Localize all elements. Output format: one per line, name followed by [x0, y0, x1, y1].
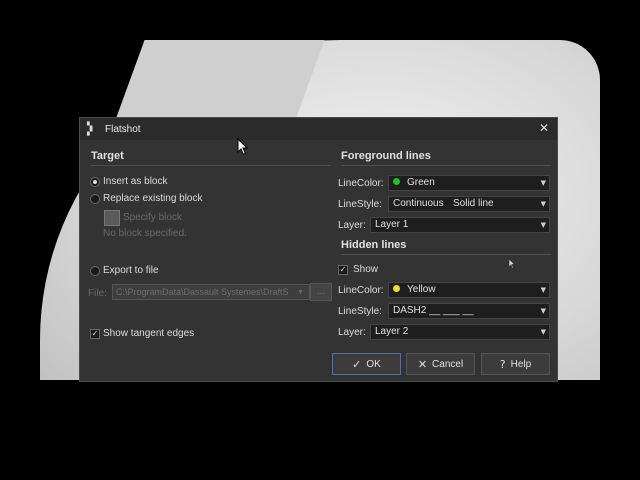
yellow-swatch-icon	[393, 285, 400, 292]
viewport-bottom	[0, 380, 640, 480]
foreground-heading: Foreground lines	[341, 150, 431, 162]
check-icon: ✓	[352, 357, 362, 371]
chevron-down-icon: ▼	[540, 307, 546, 315]
viewport: ▚ ▞ Flatshot ✕ Target Insert as block Rep…	[0, 0, 640, 480]
browse-button[interactable]: ...	[310, 283, 332, 301]
specify-block-button[interactable]: Specify block	[123, 212, 182, 223]
fg-linestyle-desc: Solid line	[453, 198, 494, 209]
ok-label: OK	[366, 358, 381, 370]
hidden-linecolor-label: LineColor:	[338, 285, 384, 296]
chevron-down-icon: ▼	[540, 286, 546, 294]
hidden-linestyle-label: LineStyle:	[338, 306, 382, 317]
target-heading: Target	[91, 150, 124, 162]
cancel-label: Cancel	[432, 358, 464, 370]
file-path-input[interactable]: C:\ProgramData\Dassault Systemes\DraftS	[112, 284, 310, 300]
fg-layer-value: Layer 1	[375, 219, 409, 230]
hidden-layer-value: Layer 2	[375, 326, 409, 337]
target-rule	[91, 165, 331, 166]
fg-linecolor-label: LineColor:	[338, 178, 384, 189]
chevron-down-icon: ▼	[540, 221, 546, 229]
help-label: Help	[510, 358, 532, 370]
hidden-layer-select[interactable]: Layer 2 ▼	[370, 324, 550, 340]
show-tangent-edges-checkbox[interactable]: ✓	[90, 329, 100, 339]
dialog-title: Flatshot	[105, 123, 141, 135]
no-block-specified-text: No block specified.	[103, 228, 187, 239]
dialog-titlebar[interactable]: ▚ ▞ Flatshot	[80, 118, 557, 140]
export-to-file-radio[interactable]	[90, 266, 100, 276]
specify-block-icon	[104, 210, 120, 226]
fg-linecolor-value: Green	[407, 177, 435, 188]
replace-existing-block-radio[interactable]	[90, 194, 100, 204]
show-hidden-label[interactable]: Show	[353, 264, 378, 275]
fg-linestyle-value: Continuous	[393, 198, 444, 209]
hidden-linestyle-select[interactable]: DASH2 __ ___ __ ▼	[388, 303, 550, 319]
green-swatch-icon	[393, 178, 400, 185]
file-label: File:	[88, 288, 107, 299]
hidden-linestyle-value: DASH2 __ ___ __	[393, 305, 474, 316]
fg-layer-select[interactable]: Layer 1 ▼	[370, 217, 550, 233]
file-dropdown-arrow-icon[interactable]: ▼	[297, 289, 304, 296]
export-to-file-label[interactable]: Export to file	[103, 265, 159, 276]
fg-linestyle-select[interactable]: Continuous Solid line ▼	[388, 196, 550, 212]
cancel-button[interactable]: ✕ Cancel	[406, 353, 475, 375]
insert-as-block-label[interactable]: Insert as block	[103, 176, 167, 187]
ok-button[interactable]: ✓ OK	[332, 353, 401, 375]
hidden-layer-label: Layer:	[338, 327, 366, 338]
hidden-linecolor-value: Yellow	[407, 284, 436, 295]
chevron-down-icon: ▼	[540, 200, 546, 208]
model-face	[115, 40, 325, 120]
flatshot-dialog: ▚ ▞ Flatshot ✕ Target Insert as block Rep…	[79, 117, 558, 382]
hidden-linecolor-select[interactable]: Yellow ▼	[388, 282, 550, 298]
foreground-rule	[341, 165, 551, 166]
hidden-rule	[341, 254, 551, 255]
app-icon: ▚ ▞	[87, 122, 93, 136]
chevron-down-icon: ▼	[540, 328, 546, 336]
fg-linestyle-label: LineStyle:	[338, 199, 382, 210]
insert-as-block-radio[interactable]	[90, 177, 100, 187]
chevron-down-icon: ▼	[540, 179, 546, 187]
help-icon: ?	[499, 357, 506, 371]
replace-existing-block-label[interactable]: Replace existing block	[103, 193, 203, 204]
close-icon: ✕	[417, 357, 428, 371]
fg-layer-label: Layer:	[338, 220, 366, 231]
hidden-heading: Hidden lines	[341, 239, 407, 251]
show-hidden-checkbox[interactable]: ✓	[338, 265, 348, 275]
fg-linecolor-select[interactable]: Green ▼	[388, 175, 550, 191]
help-button[interactable]: ? Help	[481, 353, 550, 375]
show-tangent-edges-label[interactable]: Show tangent edges	[103, 328, 194, 339]
close-button[interactable]: ✕	[537, 121, 551, 135]
